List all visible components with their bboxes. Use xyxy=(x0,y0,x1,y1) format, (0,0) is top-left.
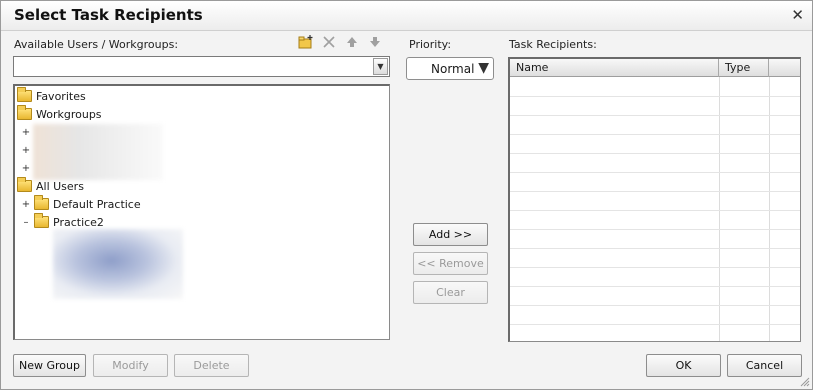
redacted-practice2-users xyxy=(53,229,183,299)
row-divider xyxy=(510,324,800,325)
row-divider xyxy=(510,96,800,97)
user-search-combobox[interactable]: ▼ xyxy=(13,56,390,77)
folder-open-icon xyxy=(17,105,32,120)
folder-icon xyxy=(34,195,49,210)
select-task-recipients-dialog: Select Task Recipients ✕ Available Users… xyxy=(0,0,813,390)
close-icon[interactable]: ✕ xyxy=(791,6,804,24)
folder-open-icon xyxy=(17,177,32,192)
row-divider xyxy=(510,286,800,287)
tree-item-all-users[interactable]: All Users xyxy=(17,177,84,194)
tree-item-workgroups[interactable]: Workgroups xyxy=(17,105,102,122)
available-users-label: Available Users / Workgroups: xyxy=(14,38,179,51)
tree-item-label: Default Practice xyxy=(53,197,141,211)
arrow-up-icon[interactable] xyxy=(344,34,360,50)
row-divider xyxy=(510,115,800,116)
expand-plus-icon[interactable]: + xyxy=(21,145,31,156)
tree-item-practice2[interactable]: – Practice2 xyxy=(21,213,104,230)
modify-button[interactable]: Modify xyxy=(93,354,168,377)
add-button[interactable]: Add >> xyxy=(413,223,488,246)
folder-icon xyxy=(17,87,32,102)
tree-item-label: Favorites xyxy=(36,89,86,103)
row-divider xyxy=(510,134,800,135)
redacted-workgroups xyxy=(33,124,163,180)
expand-plus-icon[interactable]: + xyxy=(21,127,31,138)
row-divider xyxy=(510,305,800,306)
new-group-button[interactable]: New Group xyxy=(13,354,86,377)
priority-value: Normal xyxy=(431,62,475,76)
chevron-down-icon[interactable]: ▼ xyxy=(373,58,388,75)
expand-plus-icon[interactable]: + xyxy=(21,199,31,210)
tree-item-default-practice[interactable]: + Default Practice xyxy=(21,195,141,212)
delete-button[interactable]: Delete xyxy=(174,354,249,377)
ok-button[interactable]: OK xyxy=(646,354,721,377)
tree-item-favorites[interactable]: Favorites xyxy=(17,87,86,104)
priority-label: Priority: xyxy=(409,38,452,51)
title-bar: Select Task Recipients ✕ xyxy=(1,1,812,31)
expand-plus-icon[interactable]: + xyxy=(21,163,31,174)
new-folder-icon[interactable] xyxy=(298,34,314,50)
remove-button[interactable]: << Remove xyxy=(413,252,488,275)
cancel-button[interactable]: Cancel xyxy=(727,354,802,377)
tree-item-label: Practice2 xyxy=(53,215,104,229)
task-recipients-grid[interactable]: Name Type xyxy=(508,57,801,342)
column-header-name[interactable]: Name xyxy=(510,59,719,77)
row-divider xyxy=(510,210,800,211)
dropdown-arrow-icon: ▼ xyxy=(478,60,489,76)
row-divider xyxy=(510,172,800,173)
row-divider xyxy=(510,229,800,230)
priority-select[interactable]: Normal ▼ xyxy=(406,57,494,80)
arrow-down-icon[interactable] xyxy=(367,34,383,50)
row-divider xyxy=(510,153,800,154)
delete-icon[interactable] xyxy=(321,34,337,50)
row-divider xyxy=(510,191,800,192)
row-divider xyxy=(510,267,800,268)
clear-button[interactable]: Clear xyxy=(413,281,488,304)
resize-grip-icon[interactable] xyxy=(800,377,810,387)
folder-open-icon xyxy=(34,213,49,228)
tree-item-label: Workgroups xyxy=(36,107,102,121)
task-recipients-label: Task Recipients: xyxy=(509,38,597,51)
collapse-minus-icon[interactable]: – xyxy=(21,217,31,228)
column-header-type[interactable]: Type xyxy=(719,59,769,77)
dialog-title: Select Task Recipients xyxy=(14,6,203,24)
tree-item-label: All Users xyxy=(36,179,84,193)
grid-header: Name Type xyxy=(510,59,800,77)
row-divider xyxy=(510,248,800,249)
users-workgroups-tree[interactable]: Favorites Workgroups + + + All Users + D… xyxy=(13,84,390,340)
